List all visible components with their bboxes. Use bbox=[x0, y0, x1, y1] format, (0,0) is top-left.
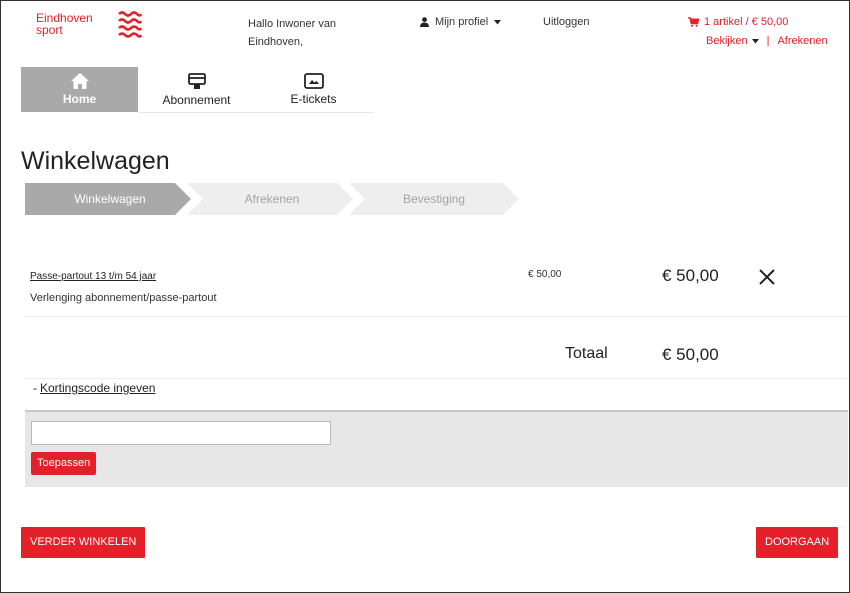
main-nav: Home Abonnement E-tickets bbox=[21, 67, 372, 112]
view-cart-label: Bekijken bbox=[706, 35, 748, 47]
mini-cart[interactable]: 1 artikel / € 50,00 bbox=[688, 16, 788, 28]
subscription-card-icon bbox=[187, 72, 206, 89]
item-unit-price: € 50,00 bbox=[528, 269, 562, 280]
discount-toggle[interactable]: - Kortingscode ingeven bbox=[33, 381, 155, 395]
total-divider bbox=[25, 378, 848, 379]
proceed-button[interactable]: DOORGAAN bbox=[756, 527, 839, 558]
step-checkout: Afrekenen bbox=[244, 192, 300, 206]
continue-shopping-button[interactable]: VERDER WINKELEN bbox=[21, 527, 146, 558]
item-subtitle: Verlenging abonnement/passe-partout bbox=[30, 292, 217, 304]
item-total-price: € 50,00 bbox=[662, 266, 719, 285]
tab-subscription[interactable]: Abonnement bbox=[138, 67, 255, 112]
nav-underline bbox=[138, 112, 374, 113]
view-cart-menu[interactable]: Bekijken bbox=[706, 35, 759, 47]
apply-discount-button[interactable]: Toepassen bbox=[31, 452, 97, 475]
ticket-icon bbox=[303, 73, 324, 89]
tab-etickets[interactable]: E-tickets bbox=[255, 67, 372, 112]
collapse-icon: - bbox=[33, 381, 37, 395]
greeting-text: Hallo Inwoner van Eindhoven, bbox=[248, 18, 337, 48]
chevron-down-icon bbox=[751, 38, 759, 43]
logout-link[interactable]: Uitloggen bbox=[543, 16, 589, 28]
item-title-link[interactable]: Passe-partout 13 t/m 54 jaar bbox=[30, 271, 156, 282]
user-icon bbox=[420, 17, 429, 27]
chevron-down-icon bbox=[494, 19, 502, 24]
home-icon bbox=[70, 73, 89, 89]
tab-etickets-label: E-tickets bbox=[290, 92, 337, 106]
step-cart: Winkelwagen bbox=[74, 192, 146, 206]
page-title: Winkelwagen bbox=[21, 147, 170, 175]
logo[interactable]: Eindhoven sport bbox=[36, 12, 93, 36]
profile-menu[interactable]: Mijn profiel bbox=[420, 16, 502, 28]
divider: | bbox=[766, 35, 770, 47]
cart-links: Bekijken | Afrekenen bbox=[706, 35, 828, 47]
tab-home-label: Home bbox=[62, 92, 97, 106]
shopping-cart-icon bbox=[688, 17, 699, 27]
tab-home[interactable]: Home bbox=[21, 67, 138, 112]
total-label: Totaal bbox=[565, 345, 608, 362]
step-confirmation: Bevestiging bbox=[402, 192, 466, 206]
profile-label: Mijn profiel bbox=[435, 16, 489, 28]
discount-toggle-label: Kortingscode ingeven bbox=[40, 381, 156, 395]
discount-code-input[interactable] bbox=[31, 421, 331, 445]
logo-wave-icon bbox=[118, 11, 142, 38]
logo-line-2: sport bbox=[36, 23, 63, 37]
total-value: € 50,00 bbox=[662, 345, 719, 364]
remove-item-icon[interactable] bbox=[758, 268, 776, 286]
checkout-link[interactable]: Afrekenen bbox=[777, 35, 827, 47]
row-divider bbox=[25, 316, 848, 317]
cart-summary: 1 artikel / € 50,00 bbox=[704, 16, 789, 28]
discount-panel: Toepassen bbox=[25, 410, 848, 487]
tab-subscription-label: Abonnement bbox=[162, 92, 231, 107]
